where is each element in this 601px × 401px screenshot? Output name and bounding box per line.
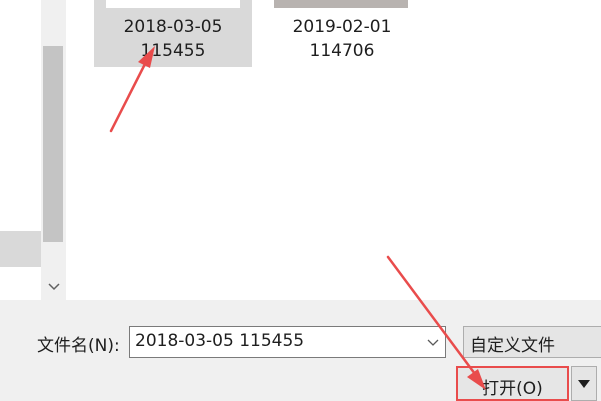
filetype-value: 自定义文件: [470, 336, 555, 356]
navigation-pane: [0, 0, 41, 300]
file-date: 2019-02-01: [292, 17, 392, 37]
file-thumbnail: [106, 0, 240, 8]
file-tile-selected[interactable]: 2018-03-05 115455: [94, 0, 252, 67]
scrollbar-thumb[interactable]: [43, 46, 63, 242]
filename-combobox[interactable]: 2018-03-05 115455: [129, 326, 446, 358]
navigation-scrollbar[interactable]: [41, 0, 66, 300]
file-name-label: 2019-02-01 114706: [266, 15, 418, 63]
file-number: 115455: [140, 41, 206, 61]
chevron-down-icon: [47, 283, 60, 291]
filetype-dropdown[interactable]: 自定义文件: [463, 326, 601, 358]
file-open-dialog: 2018-03-05 115455 2019-02-01 114706 文件名(…: [0, 0, 601, 401]
file-number: 114706: [309, 41, 375, 61]
chevron-down-icon[interactable]: [427, 336, 439, 348]
scroll-down-button[interactable]: [41, 276, 66, 298]
open-split-button[interactable]: [571, 366, 597, 401]
file-thumbnail: [274, 0, 408, 8]
filename-label: 文件名(N):: [37, 336, 120, 356]
file-name-label: 2018-03-05 115455: [94, 15, 252, 63]
filename-field[interactable]: 2018-03-05 115455: [135, 331, 304, 351]
file-date: 2018-03-05: [123, 17, 223, 37]
open-button[interactable]: 打开(O): [456, 366, 569, 401]
open-button-label: 打开(O): [482, 379, 543, 399]
navigation-item-selected[interactable]: [0, 231, 41, 267]
file-tile[interactable]: 2019-02-01 114706: [266, 0, 418, 67]
triangle-down-icon: [578, 379, 590, 388]
